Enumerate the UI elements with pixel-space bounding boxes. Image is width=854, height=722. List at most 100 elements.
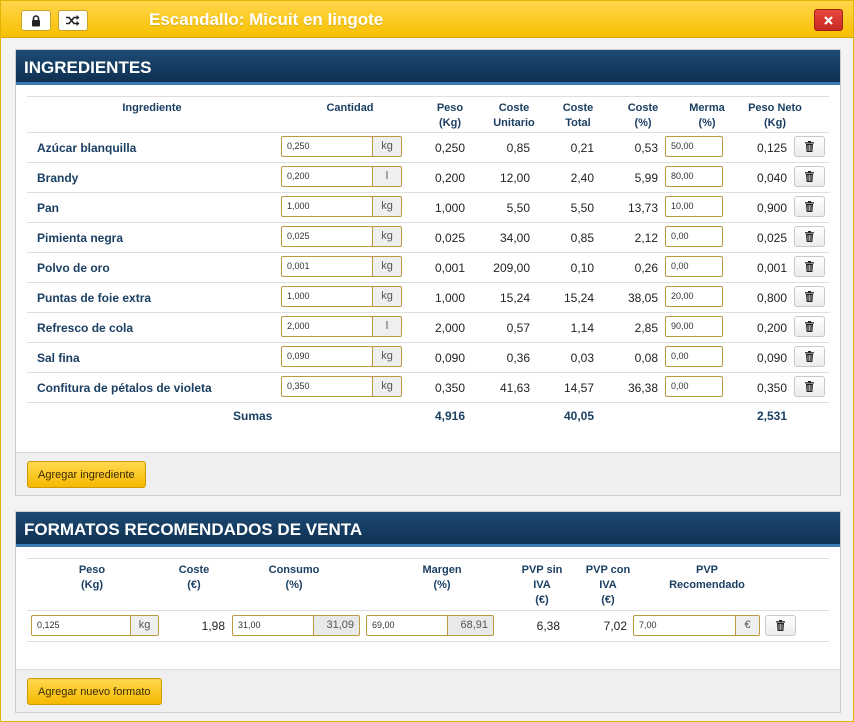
ingredient-coste-unitario: 0,36: [506, 351, 530, 365]
ingredient-peso: 0,350: [434, 381, 465, 395]
ingredient-delete-button[interactable]: [794, 166, 825, 187]
ingredient-cantidad-input[interactable]: 0,250: [281, 136, 373, 157]
ingredient-cantidad-input[interactable]: 1,000: [281, 286, 373, 307]
close-button[interactable]: [814, 9, 843, 31]
ingredient-unit: kg: [372, 286, 402, 307]
sum-peso-neto: 2,531: [756, 409, 787, 423]
add-format-button[interactable]: Agregar nuevo formato: [27, 678, 162, 705]
format-pvp-con-iva: 7,02: [603, 619, 627, 633]
fmt-header-margen: Margen (%): [422, 564, 462, 591]
ingredient-unit: l: [372, 316, 402, 337]
ingredient-merma-input[interactable]: 20,00: [665, 286, 723, 307]
ingredient-coste-unitario: 12,00: [499, 171, 530, 185]
ingredient-merma-input[interactable]: 0,00: [665, 346, 723, 367]
ingredient-delete-button[interactable]: [794, 346, 825, 367]
ingredient-delete-button[interactable]: [794, 286, 825, 307]
ingredients-footer: Agregar ingrediente: [16, 452, 840, 495]
ingredient-peso-neto: 0,040: [756, 171, 787, 185]
ingredient-name: Brandy: [37, 171, 79, 185]
sums-label: Sumas: [233, 409, 273, 423]
ingredient-peso: 0,025: [434, 231, 465, 245]
format-consumo-input[interactable]: 31,00: [232, 615, 314, 636]
format-peso-input[interactable]: 0,125: [31, 615, 131, 636]
ingredient-cantidad-input[interactable]: 0,025: [281, 226, 373, 247]
ingredient-coste-pct: 2,85: [634, 321, 658, 335]
trash-icon: [805, 291, 814, 302]
ingredient-coste-pct: 0,26: [634, 261, 658, 275]
ingredient-peso-neto: 0,200: [756, 321, 787, 335]
format-pvp-sin-iva: 6,38: [536, 619, 560, 633]
trash-icon: [805, 141, 814, 152]
ingredient-delete-button[interactable]: [794, 226, 825, 247]
ingredient-merma-input[interactable]: 90,00: [665, 316, 723, 337]
formats-table: Peso (Kg) Coste (€) Consumo (%) Margen (%) P…: [27, 558, 829, 644]
ingredient-cantidad-input[interactable]: 0,350: [281, 376, 373, 397]
ingredient-unit: kg: [372, 136, 402, 157]
ingredient-peso: 0,090: [434, 351, 465, 365]
fmt-header-coste: Coste (€): [178, 564, 210, 591]
ingredient-unit: kg: [372, 196, 402, 217]
format-delete-button[interactable]: [765, 615, 796, 636]
sum-peso: 4,916: [434, 409, 465, 423]
ingredient-coste-total: 0,21: [570, 141, 594, 155]
ingredient-coste-total: 5,50: [570, 201, 594, 215]
format-pvp-unit: €: [735, 615, 760, 636]
recipe-cost-dialog: Escandallo: Micuit en lingote INGREDIENT…: [0, 0, 854, 722]
ingredient-cantidad-input[interactable]: 0,090: [281, 346, 373, 367]
header-peso-neto: Peso Neto (Kg): [748, 102, 802, 129]
ingredient-peso: 1,000: [434, 201, 465, 215]
trash-icon: [805, 261, 814, 272]
ingredients-table: Ingrediente Cantidad Peso (Kg) Coste Unita…: [27, 96, 829, 426]
ingredient-coste-pct: 38,05: [627, 291, 658, 305]
ingredient-unit: l: [372, 166, 402, 187]
ingredient-cantidad-input[interactable]: 0,001: [281, 256, 373, 277]
ingredient-delete-button[interactable]: [794, 136, 825, 157]
ingredient-peso-neto: 0,125: [756, 141, 787, 155]
ingredient-coste-total: 15,24: [563, 291, 594, 305]
lock-button[interactable]: [21, 10, 51, 31]
header-coste-total: Coste Total: [562, 102, 594, 129]
shuffle-button[interactable]: [58, 10, 88, 31]
ingredient-merma-input[interactable]: 0,00: [665, 376, 723, 397]
close-icon: [824, 15, 833, 25]
ingredient-delete-button[interactable]: [794, 256, 825, 277]
ingredient-delete-button[interactable]: [794, 196, 825, 217]
ingredient-peso: 0,250: [434, 141, 465, 155]
ingredient-delete-button[interactable]: [794, 376, 825, 397]
ingredient-cantidad-input[interactable]: 2,000: [281, 316, 373, 337]
ingredient-merma-input[interactable]: 50,00: [665, 136, 723, 157]
format-pvp-recomendado-input[interactable]: 7,00: [633, 615, 736, 636]
ingredient-cantidad-input[interactable]: 1,000: [281, 196, 373, 217]
ingredient-name: Pan: [37, 201, 60, 215]
ingredient-coste-unitario: 15,24: [499, 291, 530, 305]
ingredient-merma-input[interactable]: 0,00: [665, 256, 723, 277]
ingredient-name: Pimienta negra: [37, 231, 124, 245]
header-coste-pct: Coste (%): [627, 102, 659, 129]
ingredient-coste-unitario: 0,57: [506, 321, 530, 335]
ingredients-heading: INGREDIENTES: [16, 50, 840, 85]
ingredient-peso-neto: 0,001: [756, 261, 787, 275]
format-margen-input[interactable]: 69,00: [366, 615, 448, 636]
ingredient-coste-total: 0,10: [570, 261, 594, 275]
ingredient-coste-total: 0,03: [570, 351, 594, 365]
ingredient-merma-input[interactable]: 0,00: [665, 226, 723, 247]
header-ingrediente: Ingrediente: [122, 102, 182, 114]
ingredient-unit: kg: [372, 376, 402, 397]
ingredient-merma-input[interactable]: 10,00: [665, 196, 723, 217]
ingredient-coste-pct: 5,99: [634, 171, 658, 185]
ingredient-peso-neto: 0,350: [756, 381, 787, 395]
ingredient-name: Azúcar blanquilla: [37, 141, 137, 155]
ingredient-name: Puntas de foie extra: [37, 291, 152, 305]
ingredient-coste-pct: 0,53: [634, 141, 658, 155]
ingredient-peso-neto: 0,090: [756, 351, 787, 365]
ingredient-cantidad-input[interactable]: 0,200: [281, 166, 373, 187]
trash-icon: [805, 201, 814, 212]
ingredient-coste-unitario: 0,85: [506, 141, 530, 155]
fmt-header-peso: Peso (Kg): [78, 564, 106, 591]
ingredient-merma-input[interactable]: 80,00: [665, 166, 723, 187]
formats-heading: FORMATOS RECOMENDADOS DE VENTA: [16, 512, 840, 547]
add-ingredient-button[interactable]: Agregar ingrediente: [27, 461, 146, 488]
ingredient-delete-button[interactable]: [794, 316, 825, 337]
lock-icon: [32, 14, 40, 26]
ingredient-peso-neto: 0,900: [756, 201, 787, 215]
